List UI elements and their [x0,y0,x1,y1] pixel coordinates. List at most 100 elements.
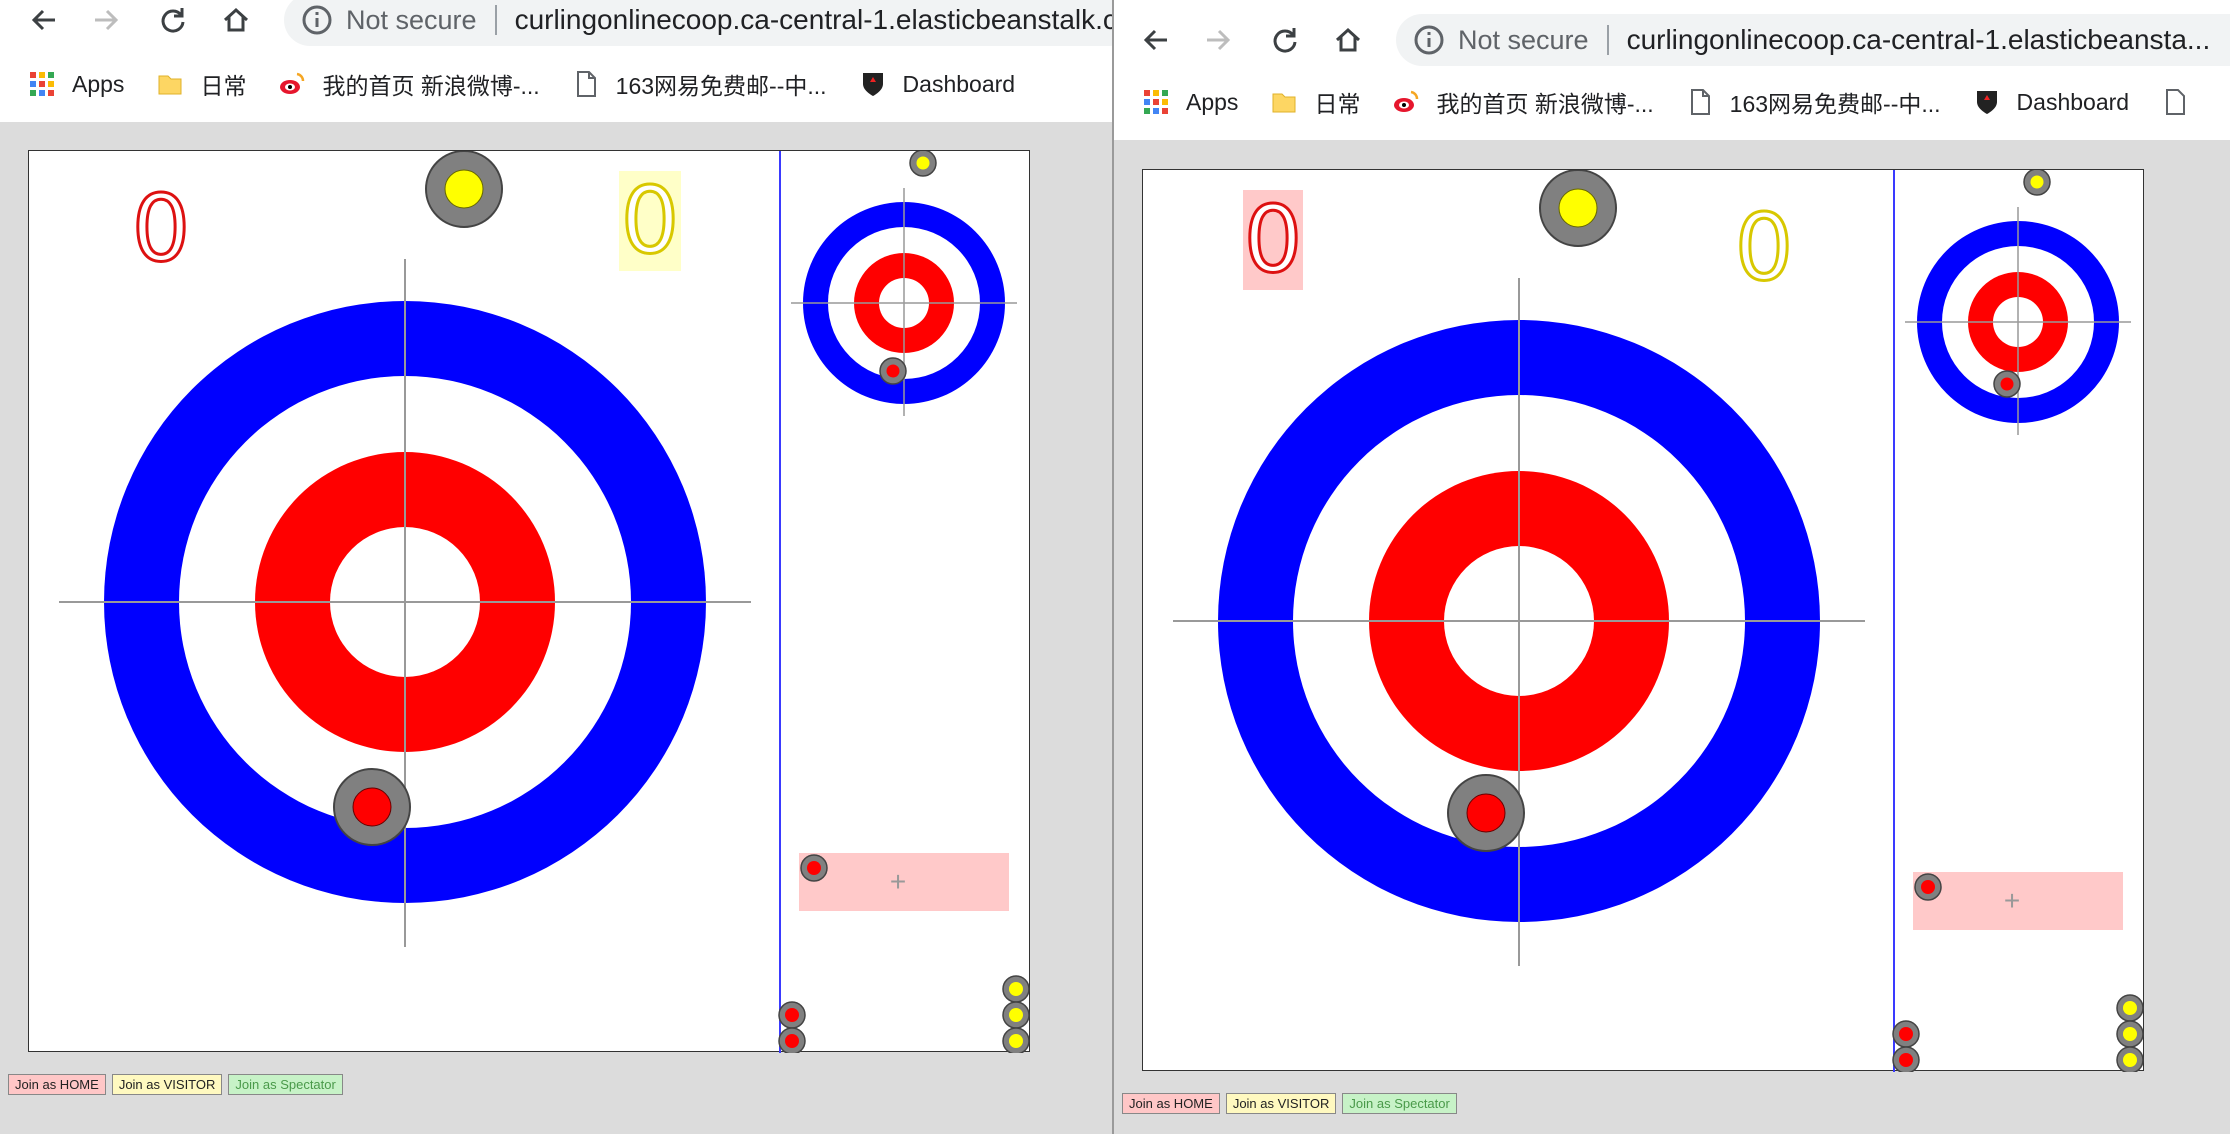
not-secure-label: Not secure [1458,24,1589,55]
bookmark-daily-folder[interactable]: 日常 [156,67,246,101]
bookmark-weibo[interactable]: 我的首页 新浪微博-... [1392,85,1654,119]
home-stone[interactable] [1447,774,1525,852]
remaining-home-stones [778,1001,806,1053]
join-buttons: Join as HOME Join as VISITOR Join as Spe… [1122,1093,1457,1114]
home-score: 0 [1242,186,1304,293]
address-bar[interactable]: Not secure curlingonlinecoop.ca-central-… [1396,14,2230,66]
back-arrow-icon [1143,29,1167,51]
weibo-icon [1394,90,1419,112]
bookmark-apps[interactable]: Apps [1142,88,1238,116]
bookmark-dashboard[interactable]: Dashboard [859,70,1016,98]
page-content: 0 0 + Join as HOME Join as VISITOR Join … [1114,140,2230,1134]
curling-game-area: 0 0 + [1142,169,2144,1072]
bookmarks-bar: Apps 日常 我的首页 新浪微博-... 163网易免费邮--中... Das… [28,60,1112,108]
back-button[interactable] [1136,20,1176,60]
mini-delivery-stone [2023,170,2051,196]
home-button[interactable] [216,0,256,40]
add-stone-bar[interactable]: + [1913,872,2123,930]
browser-toolbar: Not secure curlingonlinecoop.ca-central-… [0,0,1112,122]
browser-window-left: Not secure curlingonlinecoop.ca-central-… [0,0,1112,1134]
browser-window-right: Not secure curlingonlinecoop.ca-central-… [1112,0,2230,1134]
join-spectator-button[interactable]: Join as Spectator [1342,1093,1457,1114]
main-house [59,259,751,947]
visitor-score: 0 [619,167,681,274]
bookmarks-bar: Apps 日常 我的首页 新浪微博-... 163网易免费邮--中... Das… [1142,78,2230,126]
curling-sheet [1173,170,2144,1072]
bookmark-weibo[interactable]: 我的首页 新浪微博-... [278,67,540,101]
back-arrow-icon [31,9,55,31]
remaining-visitor-stones [2116,994,2144,1072]
join-buttons: Join as HOME Join as VISITOR Join as Spe… [8,1074,343,1095]
mini-house [791,188,1017,416]
remaining-home-stones [1892,1020,1920,1072]
join-visitor-button[interactable]: Join as VISITOR [1225,1093,1337,1114]
back-button[interactable] [24,0,64,40]
apps-grid-icon [1144,90,1168,114]
bookmark-163-mail[interactable]: 163网易免费邮--中... [572,67,827,101]
not-secure-label: Not secure [346,4,477,35]
bookmark-dashboard[interactable]: Dashboard [1973,88,2129,116]
join-visitor-button[interactable]: Join as VISITOR [111,1074,223,1095]
bookmark-overflow[interactable] [2161,88,2205,116]
join-spectator-button[interactable]: Join as Spectator [228,1074,343,1095]
forward-arrow-icon [95,9,119,31]
visitor-score: 0 [1733,194,1795,301]
shield-icon [1976,91,1997,114]
bookmark-apps[interactable]: Apps [28,70,124,98]
forward-button[interactable] [1198,20,1238,60]
home-score: 0 [130,175,192,282]
add-symbol: + [2003,885,2021,916]
reload-icon [1273,28,1297,53]
home-icon [223,7,249,32]
curling-sheet [59,151,1030,1053]
delivery-stone[interactable] [1539,170,1617,247]
preview-stone-icon [800,854,828,882]
page-icon [1690,89,1710,115]
bookmark-label: 我的首页 新浪微博-... [322,73,540,99]
join-home-button[interactable]: Join as HOME [1122,1093,1220,1114]
page-icon [2166,89,2186,115]
delivery-stone[interactable] [425,151,503,228]
home-button[interactable] [1328,20,1368,60]
weibo-icon [280,72,305,94]
bookmark-label: 日常 [200,73,247,99]
bookmark-label: Apps [72,70,125,97]
bookmark-163-mail[interactable]: 163网易免费邮--中... [1686,85,1941,119]
reload-icon [161,8,185,33]
bookmark-label: 日常 [1314,91,1361,117]
folder-icon [158,75,182,95]
join-home-button[interactable]: Join as HOME [8,1074,106,1095]
shield-icon [862,73,883,96]
bookmark-label: 163网易免费邮--中... [615,73,827,99]
address-separator [494,5,497,35]
page-content: 0 0 + Join as HOME Join as VISITOR Join … [0,122,1112,1134]
bookmark-label: 我的首页 新浪微博-... [1436,91,1654,117]
forward-arrow-icon [1207,29,1231,51]
url-text: curlingonlinecoop.ca-central-1.elasticbe… [514,4,1112,35]
main-house [1173,278,1865,966]
apps-grid-icon [30,72,54,96]
preview-stone-icon [1914,873,1942,901]
reload-button[interactable] [152,0,192,40]
folder-icon [1272,93,1296,113]
address-separator [1606,25,1609,55]
mini-home-stone [1993,370,2021,398]
add-symbol: + [889,866,907,897]
page-icon [576,71,596,97]
bookmark-daily-folder[interactable]: 日常 [1270,85,1360,119]
browser-toolbar: Not secure curlingonlinecoop.ca-central-… [1114,0,2230,140]
address-bar[interactable]: Not secure curlingonlinecoop.ca-central-… [284,0,1112,46]
reload-button[interactable] [1264,20,1304,60]
mini-delivery-stone [909,151,937,177]
home-stone[interactable] [333,768,411,846]
add-stone-bar[interactable]: + [799,853,1009,911]
bookmark-label: Dashboard [902,70,1016,97]
remaining-visitor-stones [1002,975,1030,1053]
bookmark-label: Apps [1186,88,1239,115]
curling-game-area: 0 0 + [28,150,1030,1053]
url-text: curlingonlinecoop.ca-central-1.elasticbe… [1626,24,2211,55]
info-icon [1414,25,1444,55]
mini-home-stone [879,357,907,385]
forward-button[interactable] [86,0,126,40]
bookmark-label: 163网易免费邮--中... [1729,91,1941,117]
